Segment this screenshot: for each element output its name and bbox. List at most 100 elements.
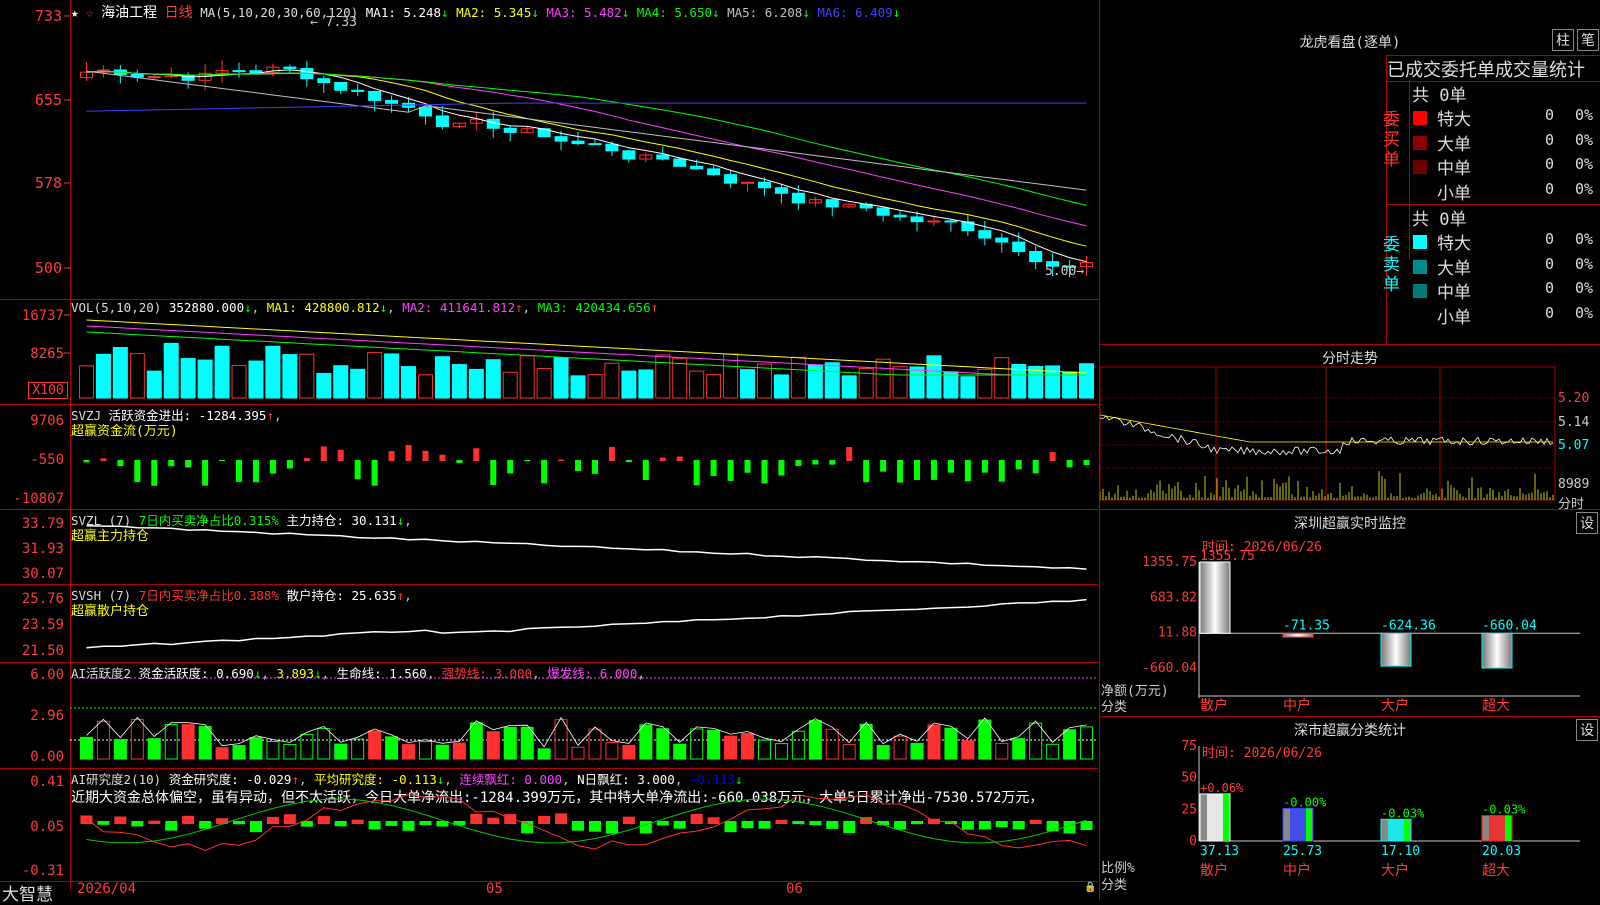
vol-bar [1028,365,1044,399]
vol-bar [960,376,976,399]
monitor-ytick-label: 1355.75 [1142,555,1197,570]
classify-value-label: 25.73 [1283,844,1322,859]
vol-bar [740,369,756,399]
candle-body [368,90,382,101]
classify-bar-edge [1404,819,1410,841]
research-bar [707,817,720,824]
research-bar [470,813,483,824]
activity-bar [469,722,483,760]
vol-bar [807,364,823,399]
main-hold-line [86,525,1087,570]
ma-line [86,70,1087,206]
vol-bar [367,352,383,399]
vol-bar [78,365,94,399]
pen-mode-button[interactable]: 笔 [1577,29,1599,51]
candle-body [741,181,755,184]
flow-bar [269,460,276,474]
lock-icon[interactable]: 🔒 [1084,882,1096,893]
classify-category-label: 中户 [1283,862,1311,879]
flow-bar [744,460,751,473]
svzj-panel[interactable]: SVZJ 活跃资金进出: -1284.395↑, 超赢资金流(万元) 9706 … [0,405,1098,510]
ai-research-panel[interactable]: AI研究度2(10) 资金研究度: -0.029↑, 平均研究度: -0.113… [0,769,1098,882]
flow-bar [693,460,700,486]
classify-value-label: 37.13 [1200,844,1239,859]
flow-bar [1066,460,1073,468]
monitor-bar [1282,632,1314,638]
svzj-chart[interactable] [0,405,1098,510]
kline-panel[interactable]: ★ ☆ 海油工程 日线 MA(5,10,20,30,60,120) MA1: 5… [0,0,1098,300]
vol-bar [621,370,637,399]
flow-bar [1015,460,1022,470]
ai2-chart[interactable] [0,769,1098,882]
order-color-swatch [1413,111,1427,125]
order-row: 特大 0 0% [1387,105,1600,130]
research-bar [572,821,585,831]
candle-body [910,216,924,223]
activity-bar [79,736,93,760]
minute-chart[interactable] [1100,345,1600,510]
candle-body [232,70,246,73]
svzl-panel[interactable]: SVZL (7) 7日内买卖净占比0.315% 主力持仓: 30.131↓, 超… [0,510,1098,585]
monitor-bar [1199,561,1231,634]
candle-body [588,143,602,146]
flow-bar [981,460,988,473]
order-row-label: 特大 [1437,234,1471,254]
vol-bar [180,358,196,399]
research-bar [961,821,974,830]
activity-bar [656,728,670,760]
bar-mode-button[interactable]: 柱 [1552,29,1574,51]
minute-panel[interactable]: 分时走势 5.20 5.14 5.07 8989 分时 [1099,345,1600,512]
research-bar [283,814,296,824]
flow-bar [507,460,514,474]
svsh-panel[interactable]: SVSH (7) 7日内买卖净占比0.388% 散户持仓: 25.635↑, 超… [0,585,1098,663]
monitor-chart[interactable]: 1355.75 683.82 11.88 -660.04 1355.75 散户 -71.35… [1100,510,1600,717]
research-bar [843,821,856,834]
classify-chart[interactable]: 75 50 25 0 +0.06% 37.13 散户 -0.00% 25.73 中户 -0.03% 1… [1100,717,1600,900]
candle-body [249,70,263,74]
activity-bar [876,745,890,760]
svsh-chart[interactable] [0,585,1098,663]
ai-activity-panel[interactable]: AI活跃度2 资金活跃度: 0.690↓, 3.893↓, 生命线: 1.560… [0,663,1098,769]
candle-body [418,106,432,117]
minute-ytick: 5.07 [1558,438,1590,453]
activity-bar [266,740,280,760]
monitor-panel[interactable]: 深圳超赢实时监控 设 时间: 2026/06/26 1355.75 683.82 1… [1099,510,1600,717]
vol-bar [129,353,145,399]
vol-bar [841,375,857,399]
kline-chart[interactable]: 733 655 578 500 ← 7.33 5.00→ [0,0,1098,300]
flow-bar [947,460,954,473]
candle-body [791,192,805,204]
dragon-tabs[interactable]: 已成交委托单成交量统计 [1387,55,1600,82]
research-bar [199,821,212,829]
ai1-chart[interactable] [0,663,1098,769]
classify-ytick-label: 75 [1181,739,1197,754]
activity-bar [690,728,704,760]
flow-bar [642,460,649,481]
classify-bar-highlight [1207,793,1223,841]
vol-panel[interactable]: VOL(5,10,20) 352880.000↓, MA1: 428800.81… [0,300,1098,405]
activity-bar [639,724,653,760]
brand-label: 大智慧 [2,885,53,905]
order-row: 大单 0 0% [1387,254,1600,279]
activity-bar [520,726,534,760]
research-bar [911,821,924,825]
activity-bar [808,720,822,760]
order-row-count: 0 [1545,179,1555,198]
candle-body [774,187,788,194]
vol-bar [333,365,349,399]
flow-bar [591,460,598,474]
svzl-chart[interactable] [0,510,1098,585]
flow-bar [1083,460,1090,466]
vol-bar [689,370,705,399]
research-bar [724,821,737,833]
candle-body [927,220,941,223]
research-bar [775,819,788,824]
ma-line [86,69,1087,263]
candle-body [605,143,619,152]
flow-bar [795,460,802,466]
classify-panel[interactable]: 深市超赢分类统计 设 时间: 2026/06/26 75 50 25 0 +0.06% 3… [1099,717,1600,900]
vol-chart[interactable] [0,300,1098,405]
vol-bar [485,359,501,399]
vol-bar [316,372,332,399]
vol-bar [943,371,959,399]
